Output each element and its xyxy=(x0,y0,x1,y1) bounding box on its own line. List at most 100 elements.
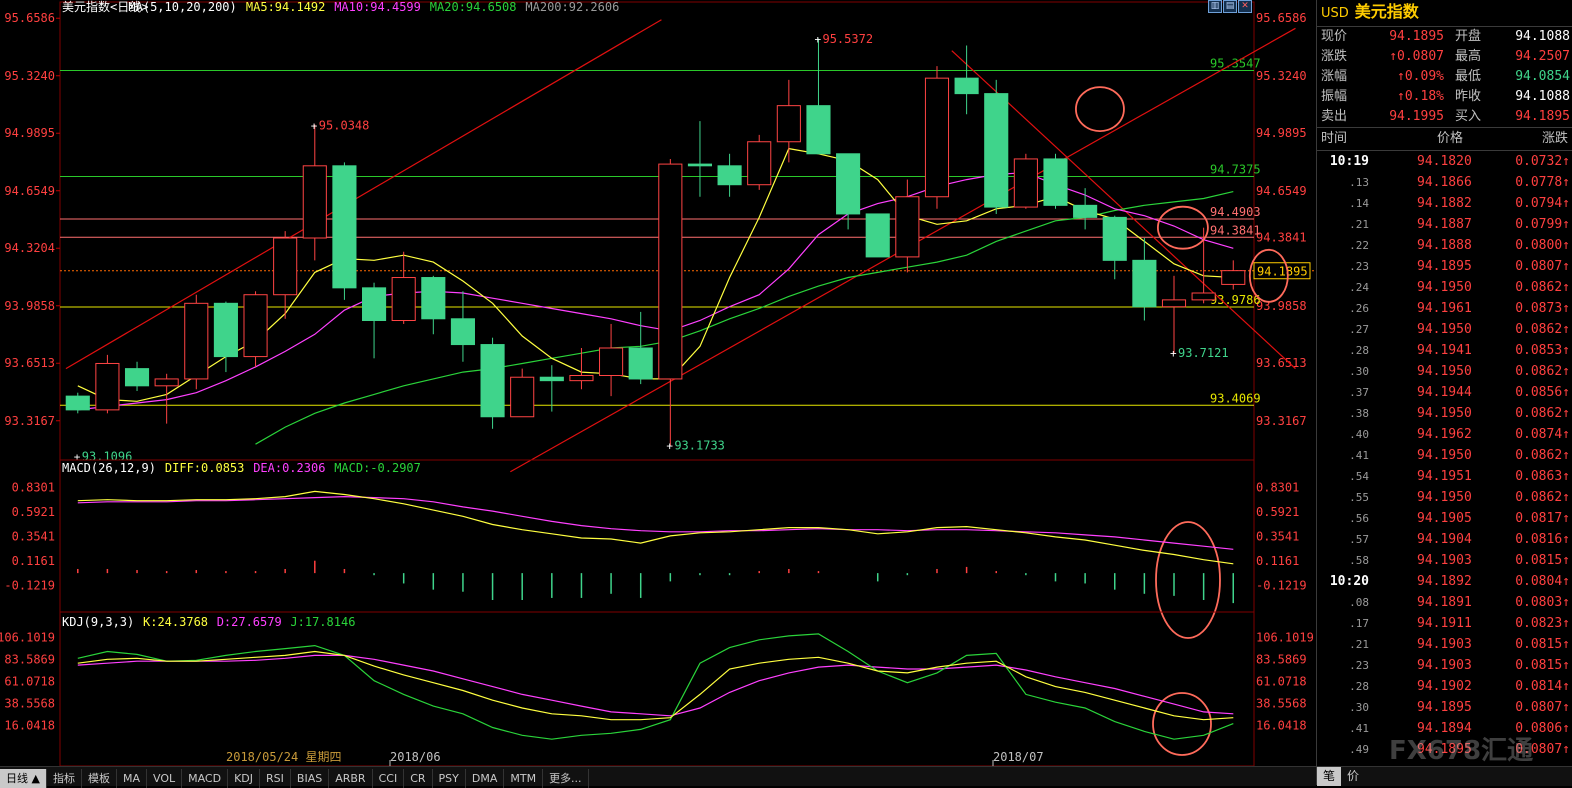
candle xyxy=(1161,275,1187,354)
tick-change: 0.0794↑ xyxy=(1515,196,1570,211)
tick-change: 0.0800↑ xyxy=(1515,238,1570,253)
tick-time: .38 xyxy=(1349,407,1369,420)
indicator-tab[interactable]: MA xyxy=(117,769,147,788)
candle-body-down xyxy=(954,77,979,95)
indicator-tab[interactable]: BIAS xyxy=(291,769,330,788)
candle-body-down xyxy=(421,277,446,320)
tick-change: 0.0862↑ xyxy=(1515,280,1570,295)
candle-body-up xyxy=(1013,158,1038,208)
extreme-marker: + xyxy=(311,119,318,132)
quote-label: 卖出 xyxy=(1321,109,1348,124)
indicator-tab[interactable]: RSI xyxy=(260,769,291,788)
price-chart[interactable]: 95.6586 95.3240 94.9895 94.6549 94.3204 93.98… xyxy=(0,0,1316,785)
tick-price: 94.1941 xyxy=(1417,343,1472,358)
tick-change: 0.0803↑ xyxy=(1515,595,1570,610)
quote-value: 94.1088 xyxy=(1515,29,1570,44)
tick-row: .28 94.1941 0.0853↑ xyxy=(1317,340,1572,361)
tick-time: .28 xyxy=(1349,680,1369,693)
tick-row: .24 94.1950 0.0862↑ xyxy=(1317,277,1572,298)
tick-change: 0.0853↑ xyxy=(1515,343,1570,358)
tick-tab[interactable]: 笔 xyxy=(1317,767,1342,786)
tick-time: .40 xyxy=(1349,428,1369,441)
indicator-tab[interactable]: 更多... xyxy=(543,769,589,788)
indicator-tab[interactable]: 日线 ▲ xyxy=(0,769,47,788)
quote-row: 涨幅 ↑0.09% 最低 94.0854 xyxy=(1317,67,1572,87)
extreme-label: 95.5372 xyxy=(822,32,873,46)
candle xyxy=(865,213,890,258)
candle xyxy=(1102,215,1127,280)
y-tick-label-left: 95.6586 xyxy=(4,11,55,25)
tick-price: 94.1962 xyxy=(1417,427,1472,442)
close-icon[interactable]: ✕ xyxy=(1238,0,1252,13)
kdj-tick-right: 61.0718 xyxy=(1256,675,1307,689)
tick-list[interactable]: 10:19 94.1820 0.0732↑ .13 94.1866 0.0778↑ .14 9… xyxy=(1317,151,1572,760)
candle-body-down xyxy=(1073,204,1098,218)
candle-body-up xyxy=(599,347,624,376)
indicator-tab[interactable]: KDJ xyxy=(228,769,261,788)
kdj-tick-left: 83.5869 xyxy=(4,653,55,667)
tick-price: 94.1820 xyxy=(1417,154,1472,169)
macd-dea-line xyxy=(77,495,1234,550)
kdj-title: KDJ(9,3,3) xyxy=(62,615,134,629)
indicator-tab[interactable]: VOL xyxy=(147,769,183,788)
candle-body-down xyxy=(213,302,238,358)
candle-body-up xyxy=(1221,270,1246,285)
candle-body-down xyxy=(480,344,505,418)
candle-body-down xyxy=(806,105,831,155)
tick-row: .57 94.1904 0.0816↑ xyxy=(1317,529,1572,550)
quote-label: 振幅 xyxy=(1321,89,1348,104)
tick-row: .54 94.1951 0.0863↑ xyxy=(1317,466,1572,487)
tick-tab[interactable]: 价 xyxy=(1341,767,1365,786)
symbol-code: USD xyxy=(1321,6,1349,21)
symbol-name: 美元指数 xyxy=(1354,2,1419,21)
ma200-value: MA200:92.2606 xyxy=(525,0,619,14)
zoom-in-icon[interactable]: ▤ xyxy=(1223,0,1237,13)
kdj-panel-frame xyxy=(59,611,1255,767)
candle xyxy=(628,311,653,385)
candle-body-up xyxy=(895,196,920,258)
candle xyxy=(421,275,446,335)
tick-time: .56 xyxy=(1349,512,1369,525)
tick-price: 94.1866 xyxy=(1417,175,1472,190)
tick-change: 0.0856↑ xyxy=(1515,385,1570,400)
tick-row: .41 94.1950 0.0862↑ xyxy=(1317,445,1572,466)
quote-panel: USD 美元指数 现价 94.1895 开盘 94.1088 涨跌 ↑0.0807 最高 94.… xyxy=(1316,0,1572,786)
indicator-tab[interactable]: PSY xyxy=(433,769,466,788)
indicator-tab[interactable]: MACD xyxy=(182,769,229,788)
indicator-tab[interactable]: CR xyxy=(404,769,433,788)
indicator-tab[interactable]: 指标 xyxy=(47,769,82,788)
candle xyxy=(599,323,624,397)
tick-time: .21 xyxy=(1349,638,1369,651)
candle-body-down xyxy=(687,163,713,167)
tick-change: 0.0862↑ xyxy=(1515,322,1570,337)
x-date-label: 2018/07 xyxy=(993,750,1044,764)
kdj-tick-left: 61.0718 xyxy=(4,675,55,689)
extreme-label: 93.7121 xyxy=(1178,346,1229,360)
quote-label: 最低 xyxy=(1455,69,1482,84)
candle xyxy=(184,294,209,390)
candle-body-up xyxy=(391,277,416,321)
candle xyxy=(95,354,120,414)
tick-time: .21 xyxy=(1349,218,1369,231)
indicator-tab-bar: 日线 ▲ 指标 模板 MA VOL MACD KDJ RSI BIAS ARBR CCI CR PSY D… xyxy=(0,766,1316,788)
tick-row: .58 94.1903 0.0815↑ xyxy=(1317,550,1572,571)
candle xyxy=(243,291,268,367)
tick-price: 94.1902 xyxy=(1417,679,1472,694)
tick-time: 10:20 xyxy=(1329,574,1369,589)
indicator-tab[interactable]: CCI xyxy=(373,769,405,788)
indicator-tab[interactable]: ARBR xyxy=(329,769,373,788)
y-tick-label-right: 94.3841 xyxy=(1256,230,1307,244)
candle-body-down xyxy=(628,347,653,380)
indicator-tab[interactable]: MTM xyxy=(504,769,544,788)
tick-change: 0.0799↑ xyxy=(1515,217,1570,232)
macd-tick-left: -0.1219 xyxy=(4,579,55,593)
candle-body-up xyxy=(658,163,683,380)
indicator-tab[interactable]: 模板 xyxy=(82,769,117,788)
indicator-tab[interactable]: DMA xyxy=(466,769,505,788)
tick-row: .22 94.1888 0.0800↑ xyxy=(1317,235,1572,256)
tick-price: 94.1961 xyxy=(1417,301,1472,316)
y-tick-label-right: 95.3240 xyxy=(1256,69,1307,83)
extreme-marker: + xyxy=(814,33,821,46)
zoom-out-icon[interactable]: ▥ xyxy=(1208,0,1222,13)
macd-diff-line xyxy=(77,490,1234,565)
